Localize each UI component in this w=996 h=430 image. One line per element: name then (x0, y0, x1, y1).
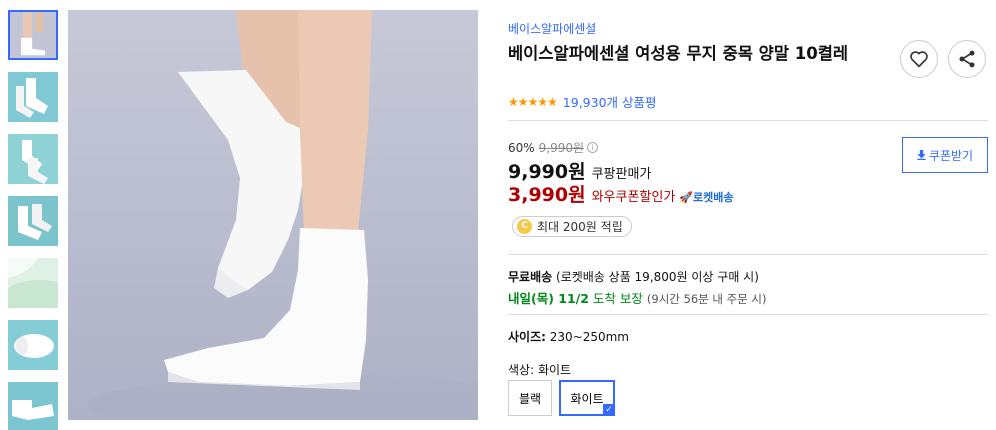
divider (508, 254, 988, 255)
arrival-row: 내일(목) 11/2 도착 보장 (9시간 56분 내 주문 시) (508, 288, 767, 307)
thumbnail-3[interactable] (8, 134, 58, 184)
color-option-black[interactable]: 블랙 (508, 380, 552, 416)
main-product-image[interactable] (68, 10, 478, 420)
rocket-delivery-badge: 🚀로켓배송 (679, 191, 734, 204)
checkmark-icon: ✓ (603, 404, 615, 416)
divider (508, 314, 988, 315)
rating-row[interactable]: ★★★★★ 19,930개 상품평 (508, 92, 657, 111)
points-text: 최대 200원 적립 (537, 220, 623, 234)
sock-photo-illustration (88, 10, 478, 420)
share-icon (959, 50, 975, 68)
thumbnail-7[interactable] (8, 382, 58, 430)
size-row: 사이즈: 230~250mm (508, 328, 629, 345)
discount-rate: 60% (508, 140, 535, 155)
share-button[interactable] (948, 40, 986, 78)
brand-link[interactable]: 베이스알파에센셜 (508, 20, 596, 37)
color-row: 색상: 화이트 (508, 361, 571, 378)
info-icon[interactable]: i (587, 142, 599, 153)
free-shipping-detail: (로켓배송 상품 19,800원 이상 구매 시) (556, 270, 759, 284)
wow-price: 3,990원 (508, 184, 586, 206)
wishlist-button[interactable] (900, 40, 938, 78)
rating-stars: ★★★★★ (508, 94, 558, 109)
original-price: 9,990원 (538, 141, 585, 155)
color-option-label: 화이트 (570, 391, 604, 406)
thumbnail-2[interactable] (8, 72, 58, 122)
heart-icon (910, 51, 928, 68)
thumbnail-1[interactable] (8, 10, 58, 60)
points-badge: C 최대 200원 적립 (512, 216, 632, 237)
thumbnail-6[interactable] (8, 320, 58, 370)
arrival-guarantee: 도착 보장 (592, 291, 643, 306)
size-label: 사이즈: (508, 330, 546, 344)
free-shipping-row: 무료배송 (로켓배송 상품 19,800원 이상 구매 시) (508, 268, 759, 285)
free-shipping-label: 무료배송 (508, 270, 553, 284)
color-option-white[interactable]: 화이트 ✓ (559, 380, 615, 416)
discount-row: 60% 9,990원 i (508, 139, 599, 156)
thumbnail-5[interactable] (8, 258, 58, 308)
product-title: 베이스알파에센셜 여성용 무지 중목 양말 10켤레 (508, 44, 849, 63)
wow-price-label: 와우쿠폰할인가 (591, 190, 676, 205)
color-value: 화이트 (537, 363, 572, 377)
review-count-link[interactable]: 19,930개 상품평 (563, 92, 657, 111)
color-label: 색상: (508, 363, 535, 377)
coupon-button-label: 쿠폰받기 (928, 148, 974, 163)
arrival-note: (9시간 56분 내 주문 시) (646, 292, 767, 306)
thumbnail-4[interactable] (8, 196, 58, 246)
rocket-icon: 🚀 (679, 191, 694, 204)
download-icon (917, 150, 926, 160)
size-value: 230~250mm (549, 330, 629, 344)
divider (508, 120, 988, 121)
thumbnail-list (8, 10, 58, 430)
wow-price-row: 3,990원 와우쿠폰할인가 🚀로켓배송 (508, 180, 734, 207)
arrival-date: 내일(목) 11/2 (508, 291, 589, 306)
coupon-download-button[interactable]: 쿠폰받기 (902, 137, 988, 173)
coin-icon: C (517, 219, 532, 234)
